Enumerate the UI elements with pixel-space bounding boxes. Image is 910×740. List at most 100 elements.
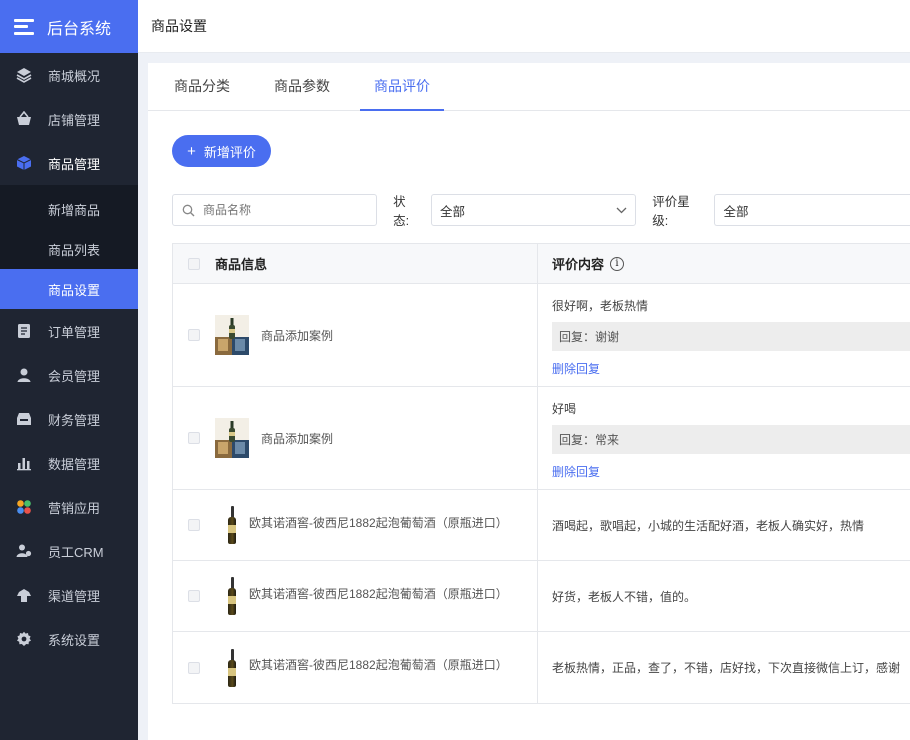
sidebar-item-label: 会员管理 [48, 368, 101, 384]
select-all-checkbox[interactable] [188, 257, 200, 270]
review-cell: 酒喝起，歌唱起，小城的生活配好酒，老板人确实好，热情 [538, 490, 910, 560]
cube-icon [15, 154, 33, 172]
row-checkbox[interactable] [188, 590, 200, 602]
gear-icon [15, 630, 33, 648]
product-name: 欧其诺酒窖-彼西尼1882起泡葡萄酒（原瓶进口） [249, 586, 508, 601]
submenu-item-add-product[interactable]: 新增商品 [0, 189, 138, 229]
product-cell: 欧其诺酒窖-彼西尼1882起泡葡萄酒（原瓶进口） [173, 632, 538, 703]
sidebar-item-label: 系统设置 [48, 632, 101, 648]
main-content: 商品分类 商品参数 商品评价 + 新增评价 状态: 全部 评价星级: 全部 [148, 63, 910, 740]
reply-box: 回复：常来 [552, 425, 910, 454]
sidebar-item-finance[interactable]: 财务管理 [0, 397, 138, 441]
table-row: 欧其诺酒窖-彼西尼1882起泡葡萄酒（原瓶进口） 老板热情，正品，查了，不错，店… [173, 632, 910, 703]
product-cell: 欧其诺酒窖-彼西尼1882起泡葡萄酒（原瓶进口） [173, 490, 538, 560]
status-select-value: 全部 [439, 204, 465, 219]
row-checkbox[interactable] [188, 329, 200, 341]
sidebar-item-label: 员工CRM [48, 544, 104, 560]
sidebar-item-label: 营销应用 [48, 500, 101, 516]
column-header-product: 商品信息 [215, 257, 268, 272]
chevron-down-icon [616, 207, 627, 213]
brand-title: 后台系统 [47, 20, 112, 38]
channel-icon [15, 586, 33, 604]
row-checkbox[interactable] [188, 519, 200, 531]
product-thumbnail [215, 418, 249, 458]
sidebar-item-marketing[interactable]: 营销应用 [0, 485, 138, 529]
team-icon [15, 542, 33, 560]
product-search-field[interactable] [172, 194, 378, 226]
sidebar-item-label: 财务管理 [48, 412, 101, 428]
rating-select-value: 全部 [723, 204, 749, 219]
delete-reply-link[interactable]: 删除回复 [552, 463, 910, 480]
submenu-item-product-list[interactable]: 商品列表 [0, 229, 138, 269]
rating-select[interactable]: 全部 [714, 194, 910, 226]
sidebar-item-crm[interactable]: 员工CRM [0, 529, 138, 573]
header-review-cell: 评价内容 i [538, 244, 910, 283]
settings-tabs: 商品分类 商品参数 商品评价 [148, 63, 910, 111]
submenu-item-product-settings[interactable]: 商品设置 [0, 269, 138, 309]
products-submenu: 新增商品 商品列表 商品设置 [0, 185, 138, 309]
tab-product-params[interactable]: 商品参数 [260, 63, 344, 111]
table-row: 欧其诺酒窖-彼西尼1882起泡葡萄酒（原瓶进口） 好货，老板人不错，值的。 [173, 561, 910, 632]
review-cell: 很好啊，老板热情 回复：谢谢 删除回复 [538, 284, 910, 386]
sidebar-item-overview[interactable]: 商城概况 [0, 53, 138, 97]
add-review-label: 新增评价 [203, 144, 256, 160]
wine-bottle-thumbnail [228, 577, 236, 615]
wine-bottle-thumbnail [228, 506, 236, 544]
table-row: 欧其诺酒窖-彼西尼1882起泡葡萄酒（原瓶进口） 酒喝起，歌唱起，小城的生活配好… [173, 490, 910, 561]
reply-box: 回复：谢谢 [552, 322, 910, 351]
sidebar-item-settings[interactable]: 系统设置 [0, 617, 138, 661]
app-root: 后台系统 商城概况 店铺管理 商品管理 新增商品 商品列表 商品设置 订单管理 … [0, 0, 910, 740]
review-text: 好货，老板人不错，值的。 [552, 589, 697, 604]
add-review-button[interactable]: + 新增评价 [172, 135, 271, 167]
product-cell: 商品添加案例 [173, 387, 538, 489]
review-text: 老板热情，正品，查了，不错，店好找，下次直接微信上订，感谢 [552, 661, 901, 675]
status-select[interactable]: 全部 [430, 194, 637, 226]
product-name: 欧其诺酒窖-彼西尼1882起泡葡萄酒（原瓶进口） [249, 658, 508, 672]
review-cell: 老板热情，正品，查了，不错，店好找，下次直接微信上订，感谢 [538, 632, 910, 703]
product-search-input[interactable] [203, 203, 363, 217]
sidebar-item-label: 商品管理 [48, 156, 101, 172]
sidebar-nav: 商城概况 店铺管理 商品管理 [0, 53, 138, 185]
brand-bar: 后台系统 [0, 0, 138, 53]
review-cell: 好喝 回复：常来 删除回复 [538, 387, 910, 489]
reviews-table: 商品信息 评价内容 i 商品添加案例 很好啊，老板热情 回复：谢谢 删除回复 商… [172, 243, 910, 704]
product-name: 欧其诺酒窖-彼西尼1882起泡葡萄酒（原瓶进口） [249, 515, 508, 530]
table-row: 商品添加案例 很好啊，老板热情 回复：谢谢 删除回复 [173, 284, 910, 387]
hamburger-menu-icon[interactable] [14, 18, 34, 35]
review-text: 很好啊，老板热情 [552, 299, 649, 313]
tab-product-categories[interactable]: 商品分类 [160, 63, 244, 111]
sidebar-item-store[interactable]: 店铺管理 [0, 97, 138, 141]
product-cell: 欧其诺酒窖-彼西尼1882起泡葡萄酒（原瓶进口） [173, 561, 538, 631]
row-checkbox[interactable] [188, 432, 200, 444]
basket-icon [15, 110, 33, 128]
rating-filter-label: 评价星级: [652, 195, 690, 228]
row-checkbox[interactable] [188, 661, 200, 674]
sidebar-item-label: 店铺管理 [48, 112, 101, 128]
plus-icon: + [187, 142, 196, 160]
sidebar-item-products[interactable]: 商品管理 [0, 141, 138, 185]
review-text: 酒喝起，歌唱起，小城的生活配好酒，老板人确实好，热情 [552, 518, 865, 533]
document-icon [15, 322, 33, 340]
sidebar-item-label: 数据管理 [48, 456, 101, 472]
delete-reply-link[interactable]: 删除回复 [552, 360, 910, 377]
sidebar-nav-lower: 订单管理 会员管理 财务管理 数据管理 营销应用 员工CRM 渠道管理 系统设置 [0, 309, 138, 661]
layers-icon [15, 66, 33, 84]
product-cell: 商品添加案例 [173, 284, 538, 386]
review-cell: 好货，老板人不错，值的。 [538, 561, 910, 631]
sidebar-item-channels[interactable]: 渠道管理 [0, 573, 138, 617]
table-row: 商品添加案例 好喝 回复：常来 删除回复 [173, 387, 910, 490]
header-product-cell: 商品信息 [173, 244, 538, 283]
sidebar-item-label: 渠道管理 [48, 588, 101, 604]
product-name: 商品添加案例 [261, 431, 334, 446]
table-header-row: 商品信息 评价内容 i [173, 244, 910, 284]
page-title: 商品设置 [151, 18, 207, 34]
wallet-icon [15, 410, 33, 428]
tab-product-reviews[interactable]: 商品评价 [360, 63, 444, 111]
info-icon[interactable]: i [610, 256, 625, 271]
sidebar-item-orders[interactable]: 订单管理 [0, 309, 138, 353]
sidebar-item-members[interactable]: 会员管理 [0, 353, 138, 397]
review-text: 好喝 [552, 402, 577, 416]
sidebar-item-label: 商城概况 [48, 68, 101, 84]
sidebar-item-data[interactable]: 数据管理 [0, 441, 138, 485]
product-name: 商品添加案例 [261, 328, 334, 343]
